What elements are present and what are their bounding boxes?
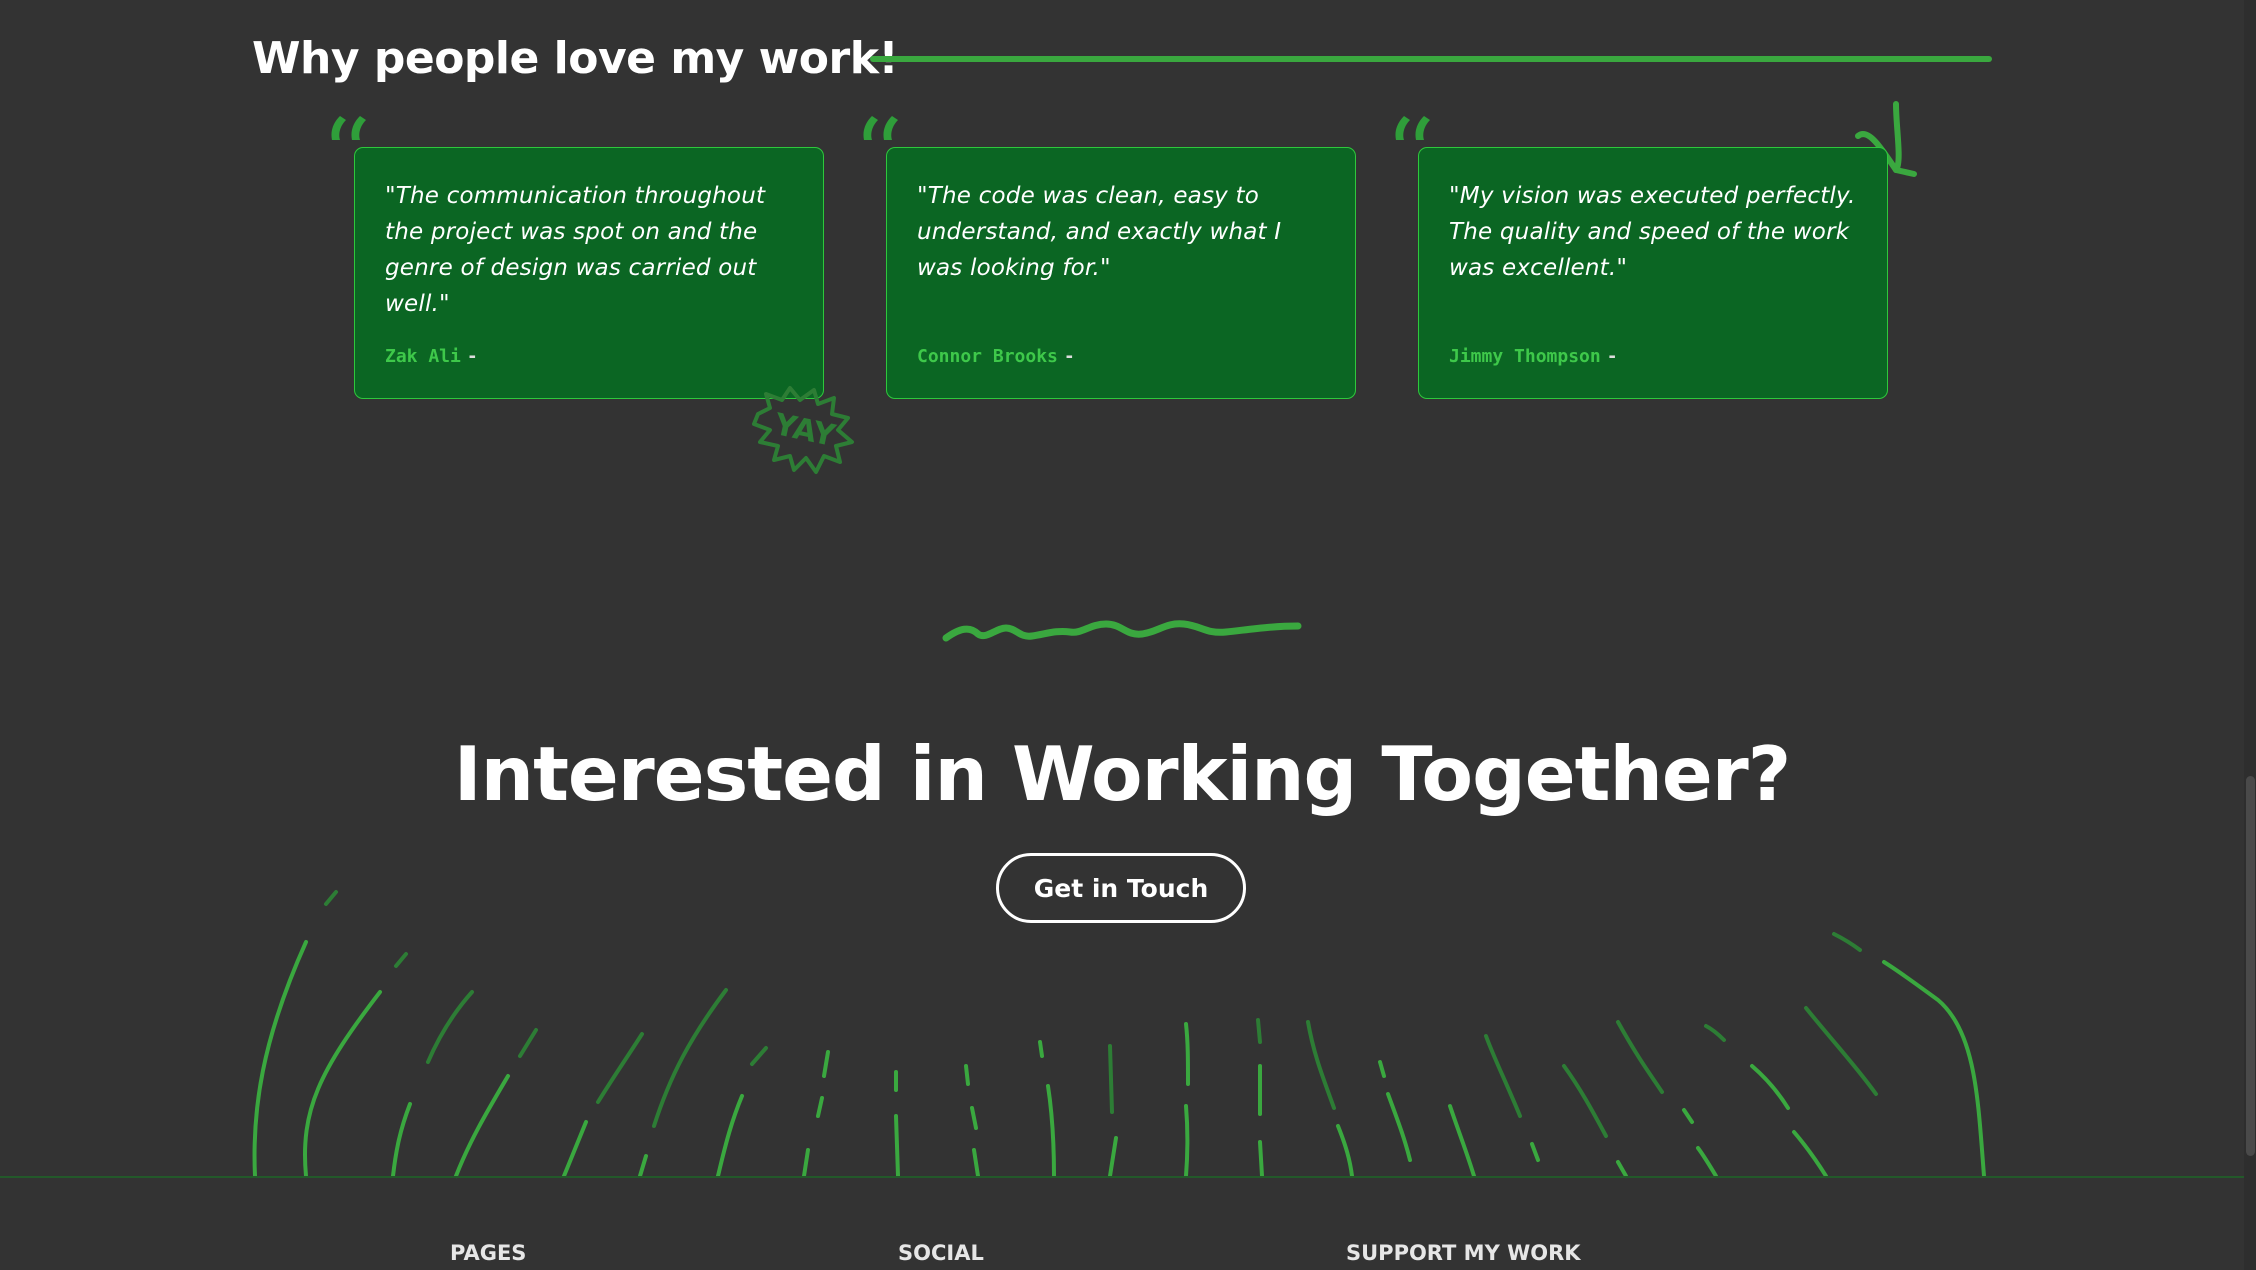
yay-sticker-icon: YAY (752, 386, 854, 474)
wavy-line-icon (942, 620, 1302, 642)
author-dash: - (466, 346, 478, 367)
cta-title: Interested in Working Together? (453, 730, 1791, 818)
testimonial-author: Jimmy Thompson (1449, 346, 1601, 367)
footer-heading-pages: PAGES (450, 1241, 527, 1265)
quote-mark-icon (331, 116, 366, 140)
testimonial-author-row: Connor Brooks - (917, 346, 1075, 367)
sticker-text: YAY (770, 407, 839, 454)
testimonial-card: "My vision was executed perfectly. The q… (1418, 147, 1888, 399)
title-underline (870, 56, 1992, 62)
footer-heading-social: SOCIAL (898, 1241, 984, 1265)
testimonial-card: "The code was clean, easy to understand,… (886, 147, 1356, 399)
footer-divider (0, 1176, 2244, 1178)
testimonial-author-row: Zak Ali - (385, 346, 478, 367)
footer-heading-support: SUPPORT MY WORK (1346, 1241, 1581, 1265)
testimonials-title: Why people love my work! (252, 33, 899, 84)
grass-doodle-illustration (252, 890, 1986, 1178)
scrollbar-thumb[interactable] (2246, 776, 2255, 1156)
testimonial-author: Zak Ali (385, 346, 461, 367)
testimonial-author: Connor Brooks (917, 346, 1058, 367)
testimonial-author-row: Jimmy Thompson - (1449, 346, 1618, 367)
quote-mark-icon (1395, 116, 1430, 140)
testimonial-quote: "The code was clean, easy to understand,… (917, 183, 1282, 281)
testimonial-quote: "The communication throughout the projec… (385, 183, 766, 317)
author-dash: - (1606, 346, 1618, 367)
testimonial-card: "The communication throughout the projec… (354, 147, 824, 399)
testimonial-quote: "My vision was executed perfectly. The q… (1449, 183, 1856, 281)
quote-mark-icon (863, 116, 898, 140)
author-dash: - (1063, 346, 1075, 367)
